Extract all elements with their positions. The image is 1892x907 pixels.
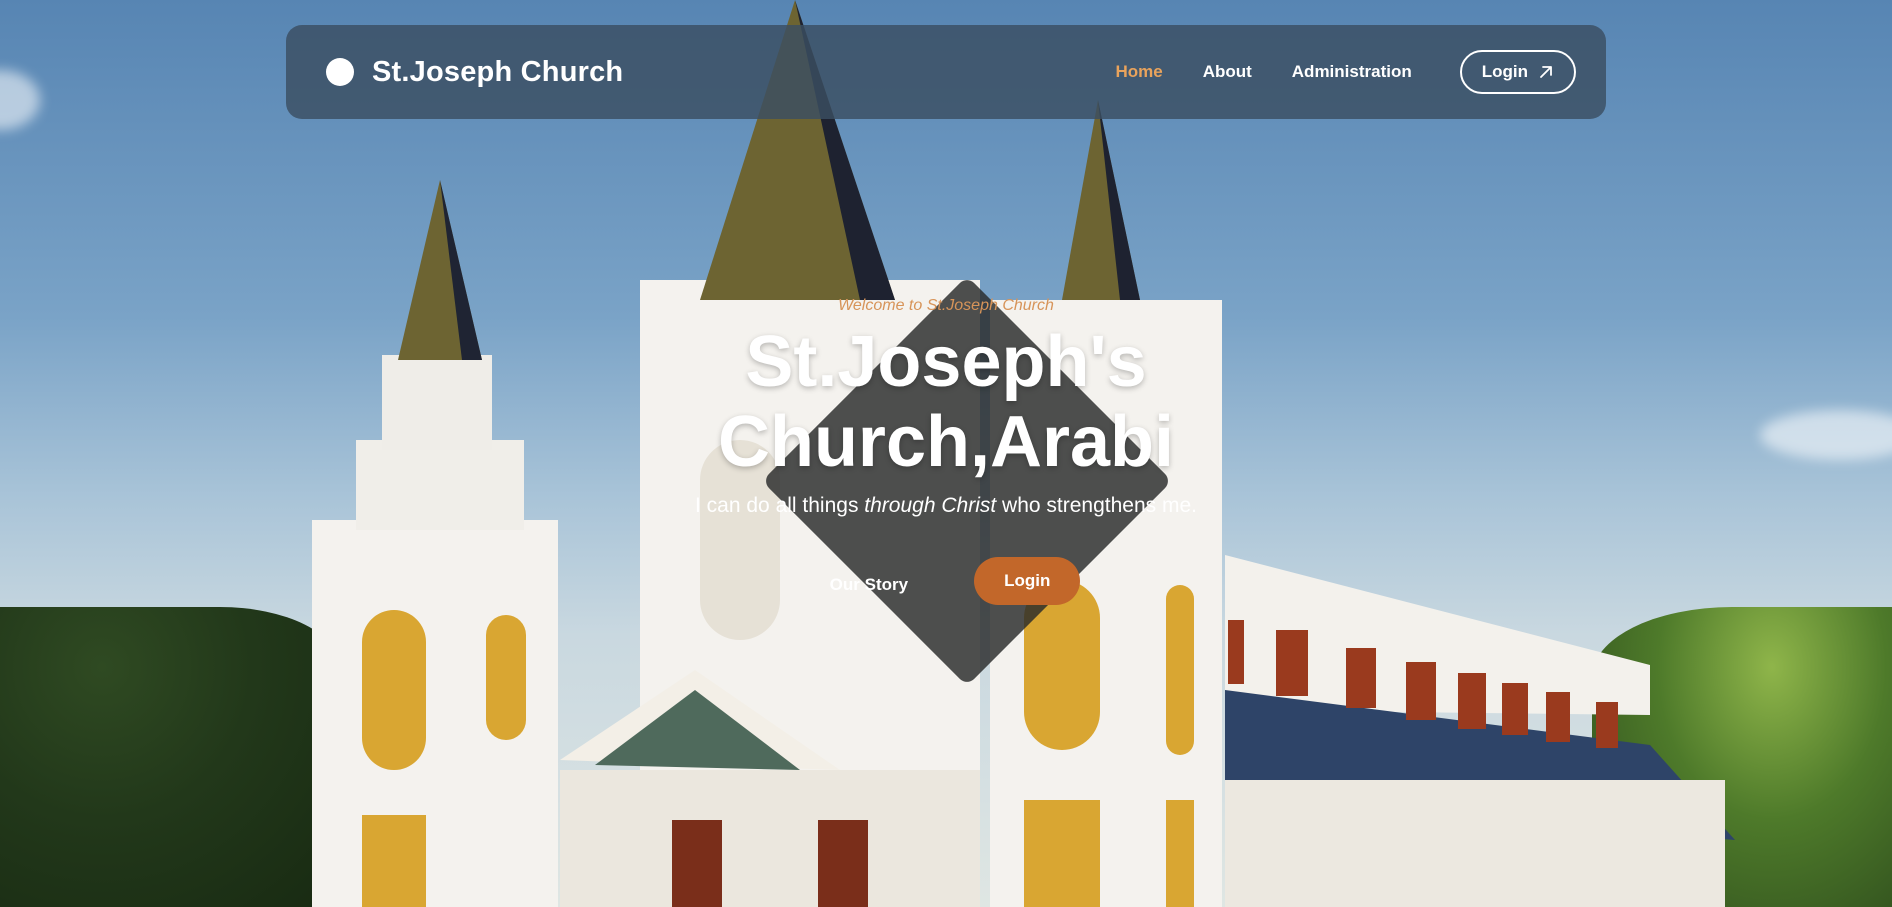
nav-login-button[interactable]: Login	[1459, 50, 1576, 94]
verse-part1: I can do all things	[695, 494, 865, 517]
nav-links: Home About Administration Login	[1115, 50, 1576, 94]
hero-title: St.Joseph's Church,Arabi	[0, 322, 1892, 482]
hero-buttons: Our Story Login	[0, 555, 1892, 607]
navbar: St.Joseph Church Home About Administrati…	[286, 25, 1606, 119]
hero-verse: I can do all things through Christ who s…	[0, 494, 1892, 518]
hero-title-line2: Church,Arabi	[717, 402, 1175, 482]
brand[interactable]: St.Joseph Church	[326, 56, 623, 89]
hero-title-line1: St.Joseph's	[745, 322, 1147, 402]
nav-link-administration[interactable]: Administration	[1292, 62, 1412, 82]
brand-logo-icon	[326, 58, 354, 86]
hero-welcome-text: Welcome to St.Joseph Church	[838, 297, 1054, 314]
nav-link-about[interactable]: About	[1203, 62, 1252, 82]
brand-name: St.Joseph Church	[372, 55, 624, 88]
our-story-button[interactable]: Our Story	[812, 563, 926, 607]
hero-login-button[interactable]: Login	[974, 557, 1081, 605]
verse-emphasis: through Christ	[864, 494, 997, 517]
verse-part2: who strengthens me.	[996, 494, 1197, 517]
nav-link-home[interactable]: Home	[1115, 62, 1162, 82]
arrow-up-right-icon	[1540, 66, 1552, 78]
nav-login-label: Login	[1481, 62, 1528, 81]
